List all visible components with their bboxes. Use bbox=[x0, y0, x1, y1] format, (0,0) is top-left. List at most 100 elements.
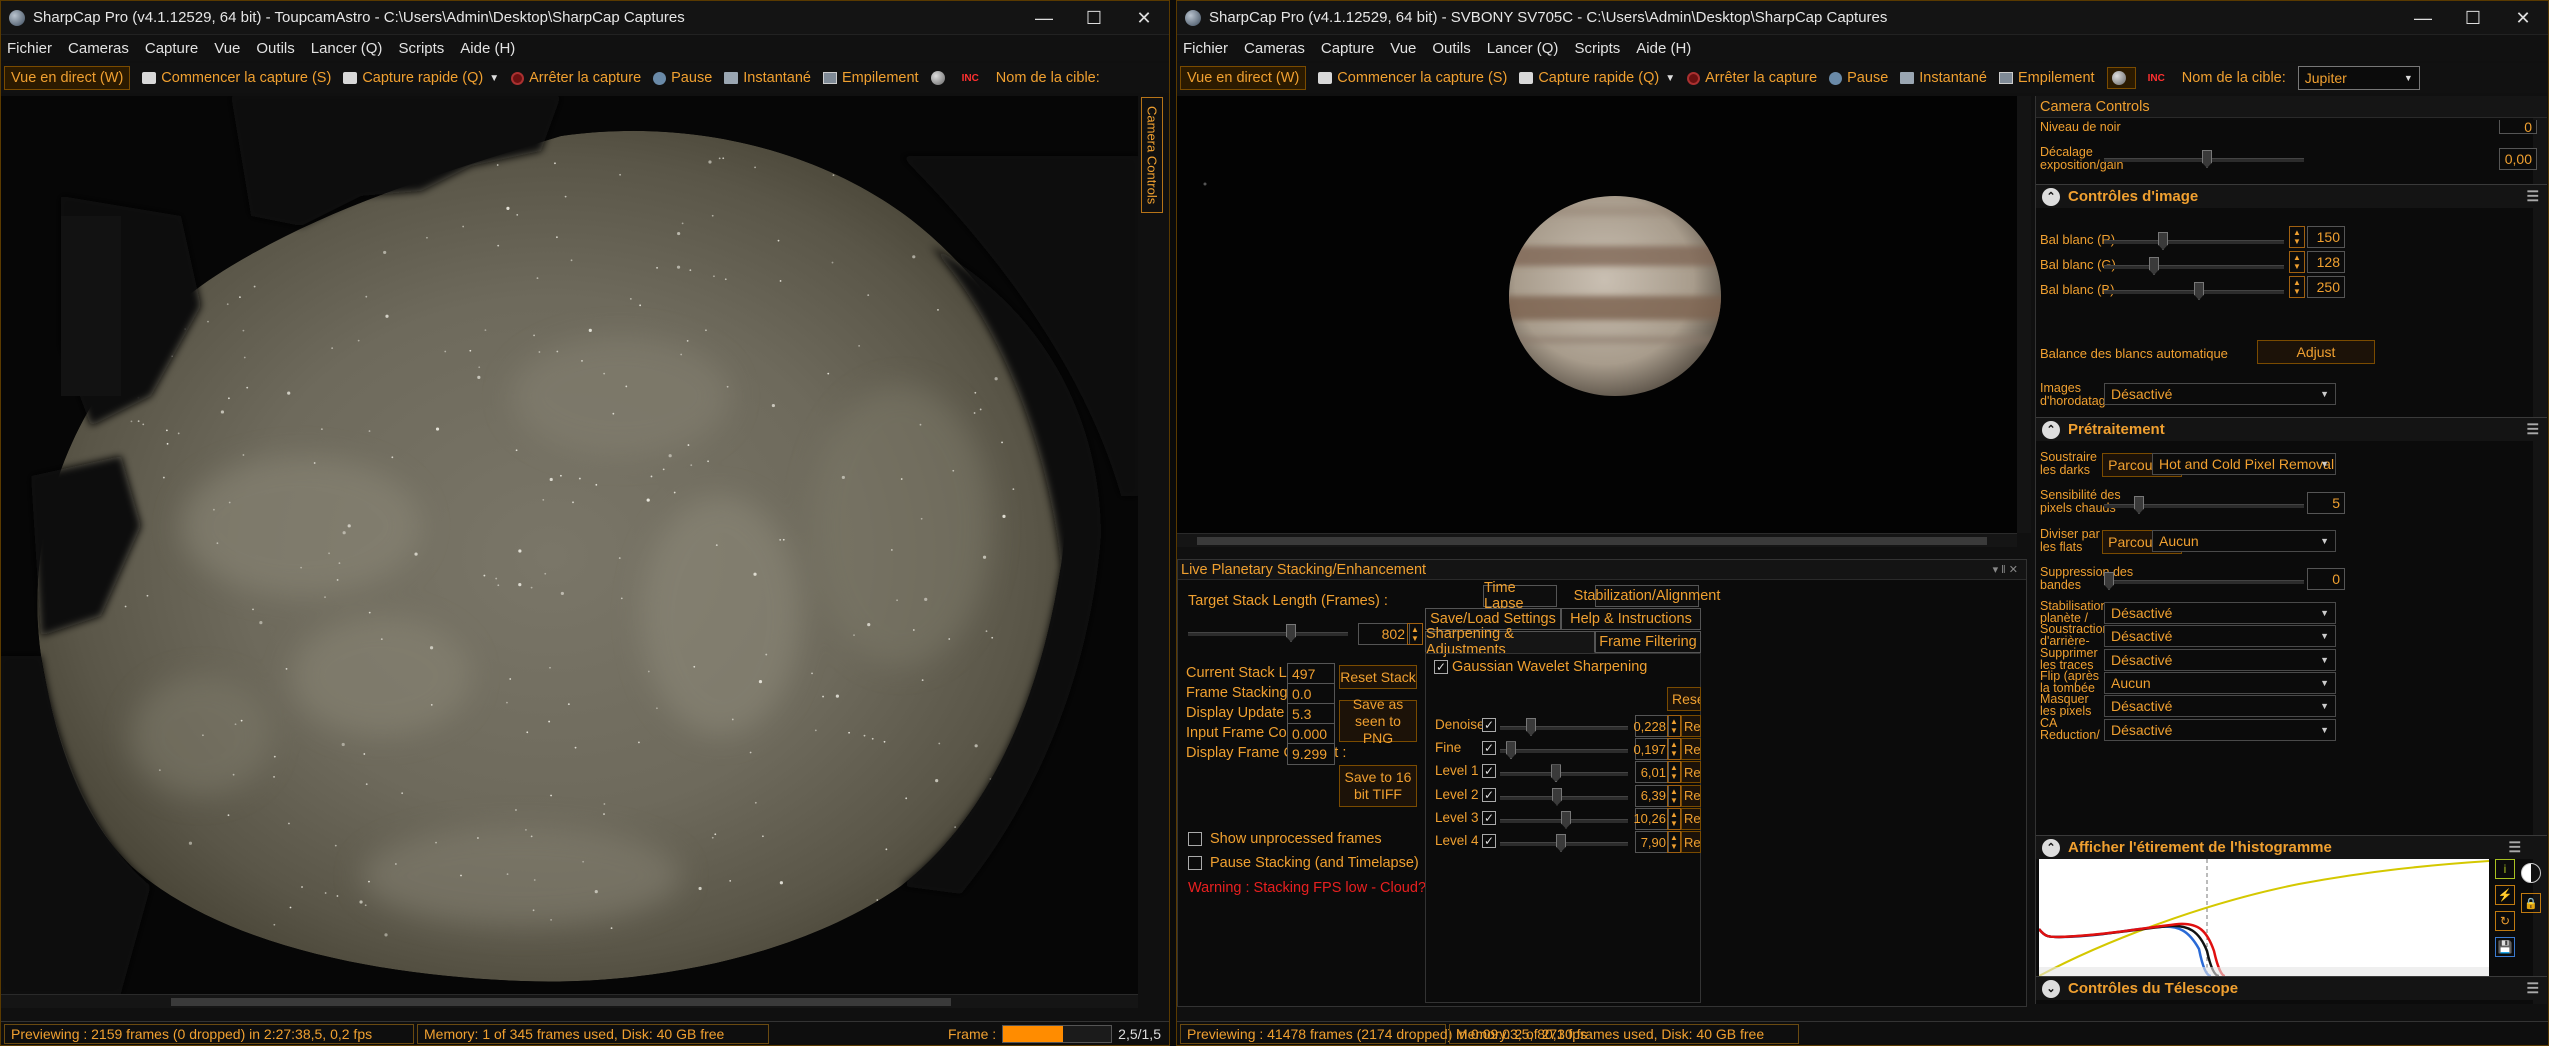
camera-controls-side-tab[interactable]: Camera Controls bbox=[1141, 97, 1163, 213]
reset-stack-button[interactable]: Reset Stack bbox=[1339, 665, 1417, 689]
exposure-offset-value[interactable]: 0,00 bbox=[2499, 148, 2537, 170]
tab-time-lapse[interactable]: Time Lapse bbox=[1483, 580, 1557, 612]
fx-button[interactable]: INC bbox=[2148, 73, 2170, 84]
right-title-bar[interactable]: SharpCap Pro (v4.1.12529, 64 bit) - SVBO… bbox=[1177, 1, 2548, 35]
slider-knob[interactable] bbox=[2194, 282, 2204, 300]
timestamp-select[interactable]: Désactivé ▼ bbox=[2104, 383, 2336, 405]
show-unprocessed-checkbox[interactable] bbox=[1188, 832, 1202, 846]
satellite-select[interactable]: Désactivé ▼ bbox=[2104, 648, 2336, 671]
wavelet-level-reset-button[interactable]: Res bbox=[1681, 831, 1701, 853]
wavelet-level-reset-button[interactable]: Res bbox=[1681, 784, 1701, 807]
save-tiff-button[interactable]: Save to 16 bit TIFF bbox=[1339, 765, 1417, 807]
collapse-icon[interactable]: ⌃ bbox=[2042, 838, 2060, 857]
menu-scripts[interactable]: Scripts bbox=[398, 40, 444, 57]
chevron-down-icon[interactable]: ▼ bbox=[489, 73, 499, 84]
save-icon[interactable]: 💾 bbox=[2495, 937, 2515, 957]
stabilization-select[interactable]: Désactivé ▼ bbox=[2104, 602, 2336, 624]
slider-knob[interactable] bbox=[2202, 150, 2212, 168]
wavelet-level-spinner[interactable]: ▲ ▼ bbox=[1667, 784, 1681, 807]
collapse-icon[interactable]: ⌃ bbox=[2042, 187, 2060, 206]
pause-button[interactable]: Pause bbox=[1829, 70, 1888, 86]
menu-aide[interactable]: Aide (H) bbox=[1636, 40, 1691, 57]
wavelet-level-reset-button[interactable]: Res bbox=[1681, 807, 1701, 830]
menu-capture[interactable]: Capture bbox=[145, 40, 198, 57]
image-controls-header[interactable]: ⌃ Contrôles d'image ☰ bbox=[2036, 184, 2547, 208]
collapse-icon[interactable]: ⌃ bbox=[2042, 420, 2060, 439]
contrast-icon[interactable] bbox=[2521, 863, 2541, 883]
flip-select[interactable]: Aucun ▼ bbox=[2104, 671, 2336, 694]
wavelet-level-spinner[interactable]: ▲ ▼ bbox=[1667, 715, 1681, 737]
white-balance-spinner[interactable]: ▲ ▼ bbox=[2289, 226, 2305, 248]
quick-capture-button[interactable]: Capture rapide (Q) ▼ bbox=[1519, 70, 1675, 86]
snapshot-button[interactable]: Instantané bbox=[1900, 70, 1987, 86]
menu-fichier[interactable]: Fichier bbox=[1183, 40, 1228, 57]
preprocessing-header[interactable]: ⌃ Prétraitement ☰ bbox=[2036, 417, 2547, 441]
start-capture-button[interactable]: Commencer la capture (S) bbox=[1318, 70, 1507, 86]
wavelet-reset-button[interactable]: Reset bbox=[1667, 687, 1701, 711]
close-button[interactable]: ✕ bbox=[2498, 1, 2548, 35]
wavelet-level-reset-button[interactable]: Res bbox=[1681, 738, 1701, 761]
histogram-header[interactable]: ⌃ Afficher l'étirement de l'histogramme … bbox=[2036, 835, 2547, 859]
histogram-plot[interactable] bbox=[2039, 859, 2489, 976]
minimize-button[interactable]: — bbox=[2398, 1, 2448, 35]
tab-sharpening-adjustments[interactable]: Sharpening & Adjustments bbox=[1425, 626, 1595, 658]
tab-stabilization[interactable]: Stabilization/Alignment bbox=[1574, 585, 1720, 607]
save-png-button[interactable]: Save as seen to PNG bbox=[1339, 696, 1417, 746]
adjust-button[interactable]: Adjust bbox=[2257, 340, 2375, 364]
white-balance-value[interactable]: 128 bbox=[2307, 251, 2345, 273]
hot-pixel-slider[interactable] bbox=[2104, 496, 2304, 514]
wavelet-level-spinner[interactable]: ▲ ▼ bbox=[1667, 807, 1681, 830]
wavelet-level-checkbox[interactable]: ✓ bbox=[1482, 718, 1496, 732]
wavelet-level-slider[interactable] bbox=[1500, 787, 1628, 806]
pause-stacking-checkbox[interactable] bbox=[1188, 856, 1202, 870]
menu-scripts[interactable]: Scripts bbox=[1574, 40, 1620, 57]
lock-icon[interactable]: 🔒 bbox=[2521, 893, 2541, 913]
info-icon[interactable]: i bbox=[2495, 859, 2515, 879]
white-balance-slider[interactable] bbox=[2104, 282, 2284, 300]
menu-aide[interactable]: Aide (H) bbox=[460, 40, 515, 57]
wavelet-level-checkbox[interactable]: ✓ bbox=[1482, 834, 1496, 848]
left-title-bar[interactable]: SharpCap Pro (v4.1.12529, 64 bit) - Toup… bbox=[1, 1, 1169, 35]
menu-outils[interactable]: Outils bbox=[1432, 40, 1470, 57]
menu-capture[interactable]: Capture bbox=[1321, 40, 1374, 57]
wavelet-level-value[interactable]: 7,90 bbox=[1635, 831, 1669, 853]
target-stack-spinner[interactable]: ▲ ▼ bbox=[1407, 623, 1423, 645]
quick-capture-button[interactable]: Capture rapide (Q) ▼ bbox=[343, 70, 499, 86]
white-balance-value[interactable]: 150 bbox=[2307, 226, 2345, 248]
ball-button[interactable] bbox=[2106, 67, 2136, 89]
scroll-thumb[interactable] bbox=[1197, 537, 1987, 545]
banding-slider[interactable] bbox=[2104, 572, 2304, 590]
slider-knob[interactable] bbox=[2158, 232, 2168, 250]
refresh-icon[interactable]: ↻ bbox=[2495, 911, 2515, 931]
wavelet-level-slider[interactable] bbox=[1500, 834, 1628, 852]
menu-icon[interactable]: ☰ bbox=[2526, 980, 2539, 997]
wavelet-level-spinner[interactable]: ▲ ▼ bbox=[1667, 831, 1681, 853]
live-view-button[interactable]: Vue en direct (W) bbox=[4, 66, 131, 90]
white-balance-spinner[interactable]: ▲ ▼ bbox=[2289, 251, 2305, 273]
lightning-icon[interactable]: ⚡ bbox=[2495, 885, 2515, 905]
menu-lancer[interactable]: Lancer (Q) bbox=[311, 40, 383, 57]
wavelet-level-checkbox[interactable]: ✓ bbox=[1482, 787, 1496, 802]
minimize-button[interactable]: — bbox=[1019, 1, 1069, 35]
menu-vue[interactable]: Vue bbox=[1390, 40, 1416, 57]
gaussian-wavelet-checkbox[interactable]: ✓ bbox=[1434, 660, 1448, 674]
fx-button[interactable]: INC bbox=[962, 73, 984, 84]
wavelet-level-slider[interactable] bbox=[1500, 741, 1628, 760]
menu-vue[interactable]: Vue bbox=[214, 40, 240, 57]
wavelet-level-slider[interactable] bbox=[1500, 764, 1628, 783]
background-select[interactable]: Désactivé ▼ bbox=[2104, 625, 2336, 648]
slider-knob[interactable] bbox=[1286, 624, 1296, 642]
menu-lancer[interactable]: Lancer (Q) bbox=[1487, 40, 1559, 57]
menu-cameras[interactable]: Cameras bbox=[1244, 40, 1305, 57]
stacking-button[interactable]: Empilement bbox=[823, 70, 919, 86]
wavelet-level-reset-button[interactable]: Res bbox=[1681, 715, 1701, 737]
telescope-header[interactable]: ⌄ Contrôles du Télescope ☰ bbox=[2036, 976, 2547, 1000]
menu-icon[interactable]: ☰ bbox=[2526, 188, 2539, 205]
wavelet-level-reset-button[interactable]: Res bbox=[1681, 761, 1701, 784]
slider-knob[interactable] bbox=[2149, 257, 2159, 275]
left-horizontal-scrollbar[interactable] bbox=[1, 994, 1138, 1008]
preview-vertical-scrollbar[interactable] bbox=[2017, 96, 2031, 533]
white-balance-value[interactable]: 250 bbox=[2307, 276, 2345, 298]
white-balance-spinner[interactable]: ▲ ▼ bbox=[2289, 276, 2305, 298]
wavelet-level-value[interactable]: 0,228 bbox=[1633, 715, 1669, 737]
